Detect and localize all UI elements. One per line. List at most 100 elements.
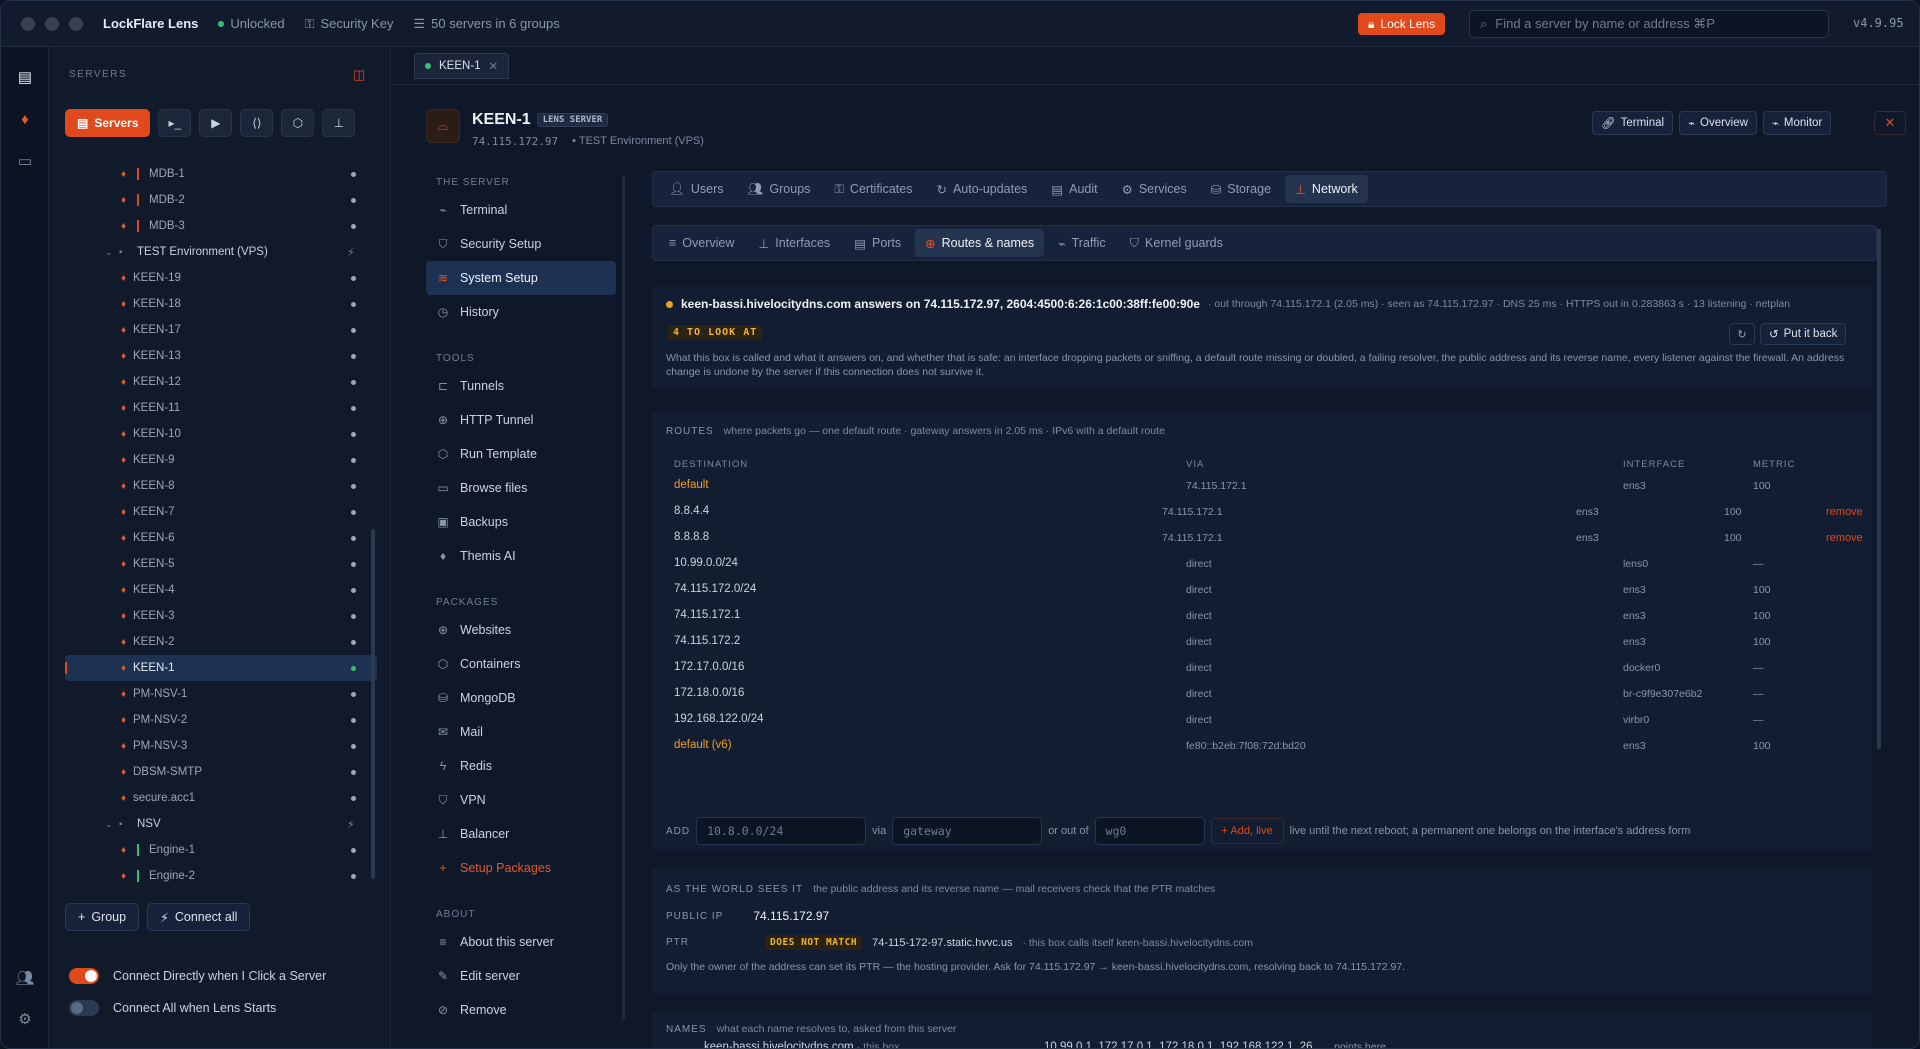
security-key-indicator[interactable]: ⚿ Security Key [305,16,394,32]
server-tree-item[interactable]: ♦ MDB-2 [65,187,377,213]
route-interface-input[interactable]: wg0 [1094,817,1205,845]
tab-services[interactable]: ⚙ Services [1112,175,1197,203]
server-tree-item[interactable]: ♦ MDB-3 [65,213,377,239]
close-tab-icon[interactable]: ✕ [489,59,499,73]
section-nav-tunnels[interactable]: ⊏ Tunnels [426,369,616,403]
section-nav-backups[interactable]: ▣ Backups [426,505,616,539]
server-tree-item[interactable]: ♦ KEEN-6 [65,525,377,551]
section-nav-vpn[interactable]: ⛉ VPN [426,783,616,817]
servers-tab-button[interactable]: ▤ Servers [65,109,151,137]
server-tree-item[interactable]: ♦ KEEN-3 [65,603,377,629]
section-nav-history[interactable]: ◷ History [426,295,616,329]
server-tree-item[interactable]: ♦ KEEN-18 [65,291,377,317]
subtab-interfaces[interactable]: ⊥ Interfaces [748,229,840,257]
section-nav-mongodb[interactable]: ⛁ MongoDB [426,681,616,715]
section-nav-browse-files[interactable]: ▭ Browse files [426,471,616,505]
section-nav-terminal[interactable]: ⌁ Terminal [426,193,616,227]
connect-group-bolt-icon[interactable]: ⚡︎ [347,818,355,831]
tab-users[interactable]: 👤︎ Users [659,175,734,203]
settings-gear-icon[interactable]: ⚙ [15,1009,35,1029]
section-nav-remove[interactable]: ⊘ Remove [426,993,616,1027]
server-tree-item[interactable]: ♦ KEEN-10 [65,421,377,447]
chevron-down-icon[interactable]: ⌄ [105,247,113,258]
subtab-traffic[interactable]: ⌁ Traffic [1048,229,1116,257]
server-tree-item[interactable]: ♦ KEEN-11 [65,395,377,421]
server-tree-item[interactable]: ♦ KEEN-1 [65,655,377,681]
add-route-live-button[interactable]: + Add, live [1210,818,1284,844]
route-destination-input[interactable]: 10.8.0.0/24 [696,817,867,845]
lock-lens-button[interactable]: 🔒︎ Lock Lens [1358,13,1446,35]
tab-certificates[interactable]: ⚿ Certificates [824,175,922,203]
server-tree-item[interactable]: ♦ KEEN-17 [65,317,377,343]
remove-route-link[interactable]: remove [1826,532,1863,544]
code-tool-icon[interactable]: ⟨⟩ [240,109,274,137]
subtab-kernel-guards[interactable]: ⛉ Kernel guards [1120,229,1233,257]
tab-audit[interactable]: ▤ Audit [1041,175,1107,203]
monitor-button[interactable]: ⌁ Monitor [1762,111,1832,135]
refresh-icon[interactable]: ↻ [1729,323,1755,345]
server-tree-item[interactable]: ♦ KEEN-13 [65,343,377,369]
section-nav-edit-server[interactable]: ✎ Edit server [426,959,616,993]
server-tree-item[interactable]: ♦ PM-NSV-2 [65,707,377,733]
section-nav-balancer[interactable]: ⊥ Balancer [426,817,616,851]
connect-all-start-toggle[interactable] [69,1000,99,1016]
close-window-button[interactable] [21,16,35,31]
server-group-header[interactable]: ⌄ ▪ TEST Environment (VPS) ⚡︎ [65,239,377,265]
connect-all-button[interactable]: ⚡︎ Connect all [147,903,251,931]
server-tree-item[interactable]: ♦ KEEN-9 [65,447,377,473]
add-group-button[interactable]: + Group [65,903,140,931]
server-tree-item[interactable]: ♦ PM-NSV-1 [65,681,377,707]
section-nav-themis-ai[interactable]: ♦ Themis AI [426,539,616,573]
section-nav-redis[interactable]: ϟ Redis [426,749,616,783]
server-tree-item[interactable]: ♦ KEEN-19 [65,265,377,291]
server-tree-item[interactable]: ♦ DBSM-SMTP [65,759,377,785]
section-nav-websites[interactable]: ⊕ Websites [426,613,616,647]
server-tree-item[interactable]: ♦ Engine-2 [65,863,377,889]
section-nav-setup-packages[interactable]: + Setup Packages [426,851,616,885]
section-nav-about-this-server[interactable]: ≡ About this server [426,925,616,959]
subtab-ports[interactable]: ▤ Ports [844,229,911,257]
server-tree-item[interactable]: ♦ secure.acc1 [65,785,377,811]
minimize-window-button[interactable] [45,16,59,31]
tab-groups[interactable]: 👥︎ Groups [738,175,821,203]
put-it-back-button[interactable]: ↺ Put it back [1760,323,1847,345]
server-tree-item[interactable]: ♦ Engine-1 [65,837,377,863]
server-tree-item[interactable]: ♦ KEEN-12 [65,369,377,395]
section-nav-security-setup[interactable]: ⛉ Security Setup [426,227,616,261]
overview-button[interactable]: ⌁ Overview [1679,111,1757,135]
subtab-overview[interactable]: ≡ Overview [659,229,744,257]
connect-group-bolt-icon[interactable]: ⚡︎ [347,246,355,259]
server-search-input[interactable]: ⌕ Find a server by name or address ⌘P [1469,10,1829,38]
tab-storage[interactable]: ⛁ Storage [1201,175,1281,203]
tab-auto-updates[interactable]: ↻ Auto-updates [926,175,1037,203]
chevron-down-icon[interactable]: ⌄ [105,819,113,830]
section-nav-scrollbar[interactable] [622,175,625,1020]
server-group-header[interactable]: ⌄ ▪ NSV ⚡︎ [65,811,377,837]
terminal-button[interactable]: 🔗︎ Terminal [1592,111,1674,135]
subtab-routes-names[interactable]: ⊕ Routes & names [915,229,1045,257]
remove-route-link[interactable]: remove [1826,506,1863,518]
sidebar-collapse-icon[interactable]: ◫ [353,67,365,83]
tab-network[interactable]: ⊥ Network [1285,175,1368,203]
flare-rail-icon[interactable]: ♦ [15,109,35,129]
content-scrollbar[interactable] [1877,229,1881,749]
section-nav-run-template[interactable]: ⬡ Run Template [426,437,616,471]
servers-rail-icon[interactable]: ▤ [15,67,35,87]
server-tree-item[interactable]: ♦ MDB-1 [65,161,377,187]
server-tree-item[interactable]: ♦ KEEN-2 [65,629,377,655]
close-server-icon[interactable]: ✕ [1874,111,1906,135]
server-tree-item[interactable]: ♦ KEEN-8 [65,473,377,499]
terminal-tool-icon[interactable]: ▸_ [158,109,192,137]
server-tree-item[interactable]: ♦ KEEN-7 [65,499,377,525]
server-tree-item[interactable]: ♦ KEEN-5 [65,551,377,577]
server-tree-item[interactable]: ♦ KEEN-4 [65,577,377,603]
users-rail-icon[interactable]: 👥︎ [15,968,35,988]
section-nav-mail[interactable]: ✉ Mail [426,715,616,749]
section-nav-containers[interactable]: ⬡ Containers [426,647,616,681]
folder-rail-icon[interactable]: ▭ [15,151,35,171]
sidebar-scrollbar[interactable] [371,529,375,879]
section-nav-http-tunnel[interactable]: ⊕ HTTP Tunnel [426,403,616,437]
play-tool-icon[interactable]: ▶ [199,109,233,137]
route-gateway-input[interactable]: gateway [892,817,1043,845]
network-tool-icon[interactable]: ⊥ [322,109,356,137]
